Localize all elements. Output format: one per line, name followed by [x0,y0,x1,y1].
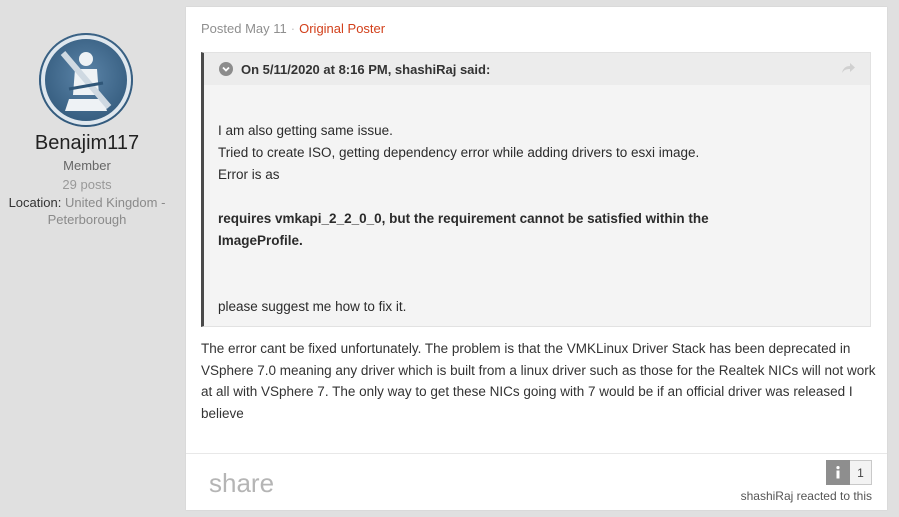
author-location: Location: United Kingdom - Peterborough [0,194,174,228]
quote-error-text: requires vmkapi_2_2_0_0, but the require… [218,211,709,248]
quote-closing: please suggest me how to fix it. [218,299,407,314]
quote-line: Tried to create ISO, getting dependency … [218,145,700,160]
author-role: Member [63,158,111,173]
meta-separator: · [290,21,296,36]
original-poster-badge: Original Poster [299,21,386,36]
share-link[interactable]: share [209,469,274,497]
author-post-count: 29 posts [62,177,112,192]
post-body: The error cant be fixed unfortunately. T… [201,341,876,421]
post-meta: Posted May 11 · Original Poster [201,21,385,37]
quote-citation: On 5/11/2020 at 8:16 PM, shashiRaj said: [241,62,491,77]
avatar[interactable] [39,33,133,127]
reacted-by-text[interactable]: shashiRaj reacted to this [741,489,872,503]
author-name[interactable]: Benajim117 [0,131,174,155]
quote-block: On 5/11/2020 at 8:16 PM, shashiRaj said:… [201,52,871,327]
post-card: Posted May 11 · Original Poster On 5/11/20… [186,7,887,510]
quote-header: On 5/11/2020 at 8:16 PM, shashiRaj said: [204,53,870,85]
quote-body: I am also getting same issue. Tried to c… [218,120,858,318]
reaction-count: 1 [849,460,872,485]
reaction-button[interactable]: 1 [826,460,872,485]
location-label: Location: [8,195,62,210]
quote-line: I am also getting same issue. [218,123,393,138]
chevron-down-icon[interactable] [219,62,233,76]
quote-line: Error is as [218,167,280,182]
share-arrow-icon[interactable] [840,61,856,75]
info-icon [826,460,850,485]
post-date[interactable]: Posted May 11 [201,21,287,36]
location-value: United Kingdom - Peterborough [47,195,166,227]
footer-divider [186,453,887,454]
author-panel: Benajim117 Member 29 posts Location: Uni… [0,0,174,517]
